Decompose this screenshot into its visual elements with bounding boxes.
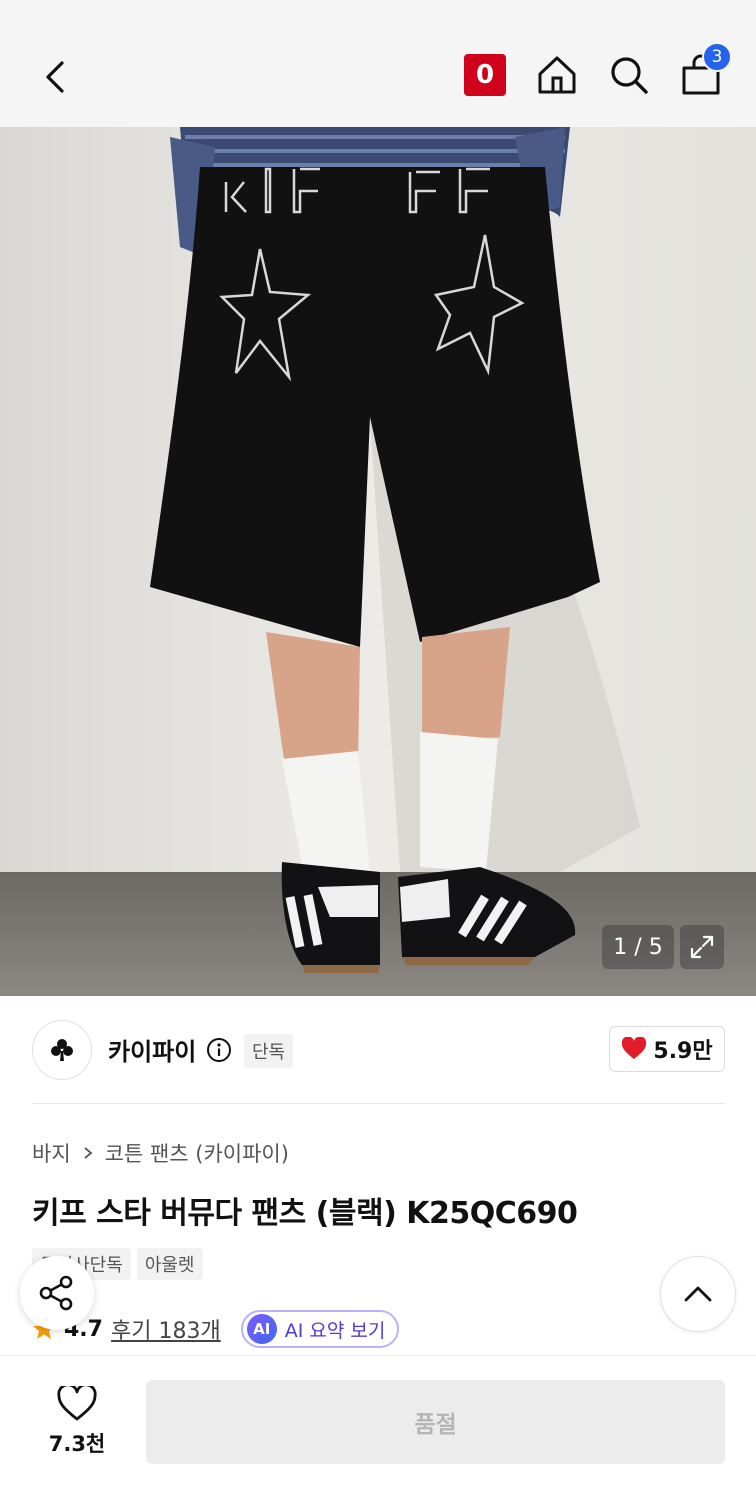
product-photo (0, 127, 756, 996)
heart-outline-icon (57, 1386, 97, 1421)
image-counter: 1 / 5 (602, 925, 674, 969)
search-button[interactable] (606, 52, 652, 98)
cart-count-badge: 3 (702, 42, 732, 72)
ai-summary-button[interactable]: AI AI 요약 보기 (240, 1310, 400, 1348)
ai-summary-label: AI 요약 보기 (284, 1319, 386, 1342)
brand-logo[interactable] (32, 1020, 92, 1080)
expand-image-button[interactable] (680, 925, 724, 969)
cart-button[interactable]: 3 (678, 42, 732, 98)
home-icon (538, 56, 576, 94)
brand-logo-club-icon (51, 1039, 73, 1061)
share-icon (39, 1275, 73, 1311)
rating-row: 4.7 후기 183개 AI AI 요약 보기 (32, 1310, 400, 1348)
info-icon[interactable] (206, 1037, 232, 1063)
heart-icon (622, 1037, 647, 1059)
tag-outlet: 아울렛 (136, 1248, 203, 1280)
chevron-up-icon (684, 1286, 712, 1302)
ai-badge-icon: AI (246, 1314, 277, 1344)
breadcrumb-subcategory[interactable]: 코튼 팬츠 (카이파이) (105, 1138, 289, 1168)
chevron-right-icon (84, 1147, 93, 1159)
logo-icon: 0 (464, 54, 506, 96)
scroll-top-button[interactable] (660, 1256, 736, 1332)
search-icon (611, 57, 648, 94)
brand-name[interactable]: 카이파이 (108, 1032, 196, 1067)
bottom-action-bar: 7.3천 품절 (0, 1355, 756, 1500)
musinsa-logo-button[interactable]: 0 (462, 52, 508, 98)
top-app-bar: 0 3 (0, 0, 756, 127)
wishlist-button[interactable]: 7.3천 (32, 1386, 122, 1458)
back-icon (46, 61, 64, 93)
product-title: 키프 스타 버뮤다 팬츠 (블랙) K25QC690 (32, 1196, 578, 1231)
exclusive-badge: 단독 (244, 1034, 294, 1068)
breadcrumb: 바지 코튼 팬츠 (카이파이) (32, 1138, 289, 1168)
product-image-carousel[interactable] (0, 127, 756, 996)
expand-icon (690, 935, 714, 959)
brand-like-count: 5.9만 (653, 1039, 713, 1064)
section-divider (32, 1103, 725, 1104)
breadcrumb-category[interactable]: 바지 (32, 1138, 71, 1168)
sold-out-button[interactable]: 품절 (146, 1380, 725, 1464)
brand-like-button[interactable]: 5.9만 (609, 1026, 725, 1072)
wishlist-count: 7.3천 (48, 1432, 106, 1456)
header-actions: 0 3 (462, 42, 732, 98)
review-link[interactable]: 후기 183개 (111, 1313, 221, 1345)
product-page: 0 3 1 / 5 카이파이 단독 5.9만 바지 코튼 팬츠 (카이파이) 키… (0, 0, 756, 1500)
back-button[interactable] (30, 52, 80, 102)
share-button[interactable] (20, 1256, 94, 1330)
home-button[interactable] (534, 52, 580, 98)
